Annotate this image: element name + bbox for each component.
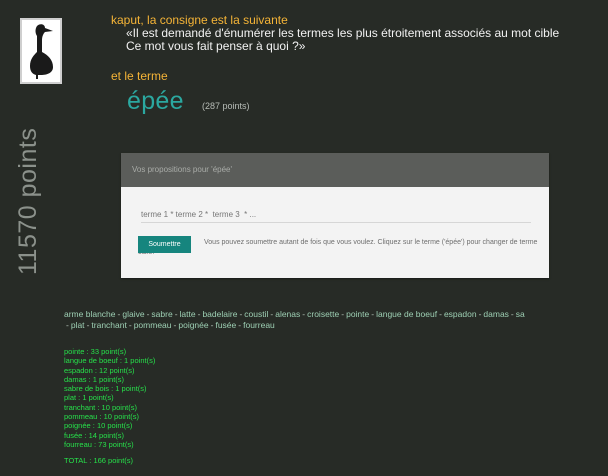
suggested-terms: arme blanche - glaive - sabre - latte - badelair… bbox=[64, 309, 608, 331]
results-list: pointe : 33 point(s) langue de boeuf : 1… bbox=[64, 347, 155, 466]
instruction-intro: kaput, la consigne est la suivante bbox=[111, 13, 288, 27]
suggestion-term[interactable]: croisette bbox=[307, 309, 339, 319]
result-row: plat : 1 point(s) bbox=[64, 393, 114, 403]
suggestion-term[interactable]: latte bbox=[180, 309, 196, 319]
suggestion-term[interactable]: fourreau bbox=[243, 320, 275, 330]
suggestion-term[interactable]: sabre bbox=[151, 309, 172, 319]
target-word-points: (287 points) bbox=[202, 101, 250, 111]
terms-input[interactable] bbox=[141, 206, 531, 223]
suggestion-term[interactable]: poignée bbox=[178, 320, 208, 330]
suggestion-term[interactable]: pointe bbox=[346, 309, 369, 319]
result-row: poignée : 10 point(s) bbox=[64, 421, 133, 431]
player-score: 11570 points bbox=[14, 127, 42, 275]
result-row: damas : 1 point(s) bbox=[64, 374, 125, 384]
player-avatar bbox=[20, 18, 62, 84]
suggestion-term[interactable]: damas bbox=[483, 309, 509, 319]
result-row: fourreau : 73 point(s) bbox=[64, 439, 134, 449]
suggestions-line-2: - plat - tranchant - pommeau - poignée - fusée - fo… bbox=[66, 320, 275, 330]
instruction-text: «Il est demandé d'énumérer les termes le… bbox=[126, 26, 560, 40]
proposal-panel: Vos propositions pour 'épée' Vous pouvez… bbox=[121, 153, 549, 278]
suggestion-term[interactable]: langue de boeuf bbox=[376, 309, 437, 319]
suggestion-term[interactable]: arme blanche bbox=[64, 309, 116, 319]
results-total: TOTAL : 166 point(s) bbox=[64, 456, 134, 466]
target-word-link[interactable]: épée bbox=[127, 87, 184, 116]
submit-button[interactable]: Soumettre bbox=[138, 236, 191, 253]
suggestion-term[interactable]: pommeau bbox=[134, 320, 172, 330]
suggestion-term[interactable]: alenas bbox=[275, 309, 300, 319]
result-row: fusée : 14 point(s) bbox=[64, 430, 125, 440]
suggestion-term[interactable]: tranchant bbox=[91, 320, 126, 330]
panel-title: Vos propositions pour 'épée' bbox=[121, 153, 549, 187]
help-text: Vous pouvez soumettre autant de fois que… bbox=[138, 239, 538, 256]
suggestion-term[interactable]: glaive bbox=[122, 309, 144, 319]
result-row: langue de boeuf : 1 point(s) bbox=[64, 356, 156, 366]
result-row: pointe : 33 point(s) bbox=[64, 347, 127, 356]
suggestion-term[interactable]: espadon bbox=[444, 309, 477, 319]
result-row: sabre de bois : 1 point(s) bbox=[64, 384, 147, 394]
suggestion-term[interactable]: fusée bbox=[215, 320, 236, 330]
instruction-question: Ce mot vous fait penser à quoi ?» bbox=[126, 39, 306, 53]
result-row: pommeau : 10 point(s) bbox=[64, 412, 140, 422]
suggestion-term[interactable]: coustil bbox=[244, 309, 268, 319]
result-row: tranchant : 10 point(s) bbox=[64, 402, 137, 412]
suggestion-term[interactable]: badelaire bbox=[202, 309, 237, 319]
suggestion-term[interactable]: plat bbox=[71, 320, 85, 330]
result-row: espadon : 12 point(s) bbox=[64, 365, 135, 375]
suggestions-line-1: arme blanche - glaive - sabre - latte - badelair… bbox=[64, 309, 525, 319]
term-intro: et le terme bbox=[111, 69, 168, 83]
duck-icon bbox=[30, 24, 53, 79]
suggestion-term[interactable]: sa bbox=[516, 309, 525, 319]
